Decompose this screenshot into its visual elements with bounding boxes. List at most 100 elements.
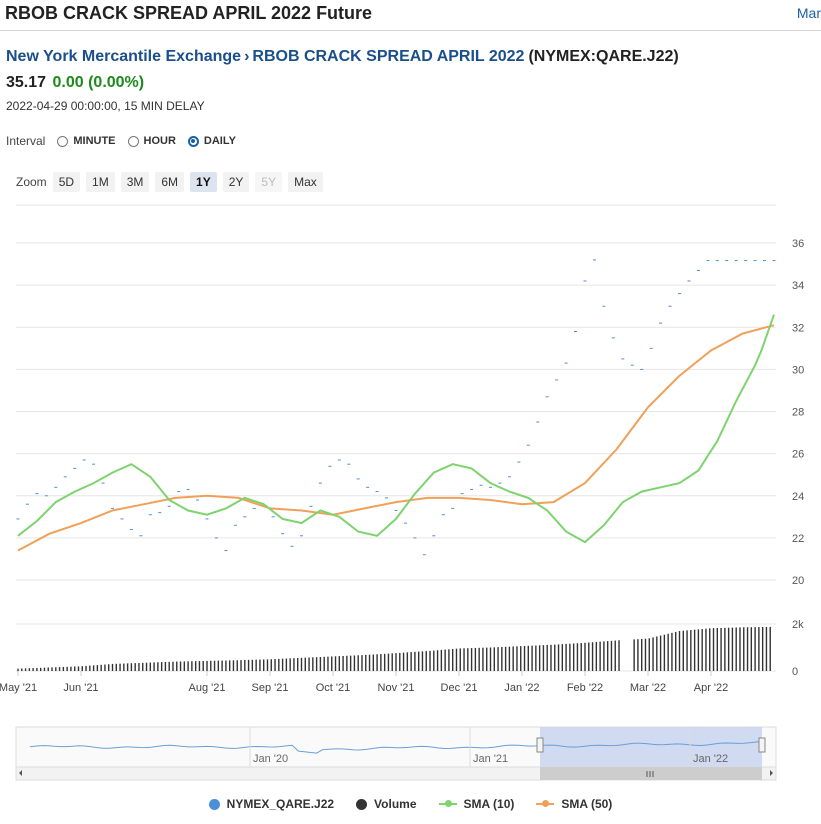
volume-bar [758,627,760,671]
volume-bar [361,655,363,671]
volume-bar [675,631,677,671]
volume-bar [765,626,768,671]
breadcrumb-instrument-link[interactable]: RBOB CRACK SPREAD APRIL 2022 [252,48,524,65]
volume-bar [538,645,541,671]
interval-daily-radio[interactable]: DAILY [187,135,236,147]
volume-bar [210,660,212,671]
legend-line-icon [438,800,457,807]
volume-bar [28,668,31,671]
x-tick-label: Sep '21 [252,682,289,694]
volume-bar [486,647,488,671]
breadcrumb-exchange-link[interactable]: New York Mercantile Exchange [6,48,241,65]
volume-bar [312,657,314,671]
navigator-tick-label: Jan '20 [253,753,288,765]
zoom-5d-button[interactable]: 5D [52,172,81,192]
header-right-link[interactable]: Mar [797,5,821,21]
legend-item-sma10[interactable]: SMA (10) [438,797,514,811]
volume-bar [89,665,91,671]
x-tick-label: Apr '22 [694,682,729,694]
volume-bar [421,651,424,671]
volume-bar [36,667,38,671]
zoom-5y-button: 5Y [255,172,283,192]
interval-minute-label: MINUTE [73,135,116,147]
zoom-max-button[interactable]: Max [288,172,323,192]
volume-bar [179,661,182,671]
x-tick-label: Oct '21 [316,682,351,694]
volume-bar [47,667,49,671]
navigator-right-handle[interactable] [758,737,766,753]
volume-bar [138,662,140,671]
volume-bar [641,638,643,671]
legend-item-sma50[interactable]: SMA (50) [536,797,612,811]
volume-bar [618,640,620,671]
legend-dot-icon [208,798,220,810]
volume-bar [516,646,518,671]
interval-hour-radio[interactable]: HOUR [127,135,176,147]
volume-bar [387,653,390,671]
volume-bar [542,645,545,671]
volume-bar [686,630,688,671]
volume-bar [482,647,484,671]
interval-minute-radio[interactable]: MINUTE [57,135,116,147]
x-tick-label: Jan '22 [504,682,539,694]
volume-bar [569,643,571,671]
volume-bar [157,662,159,671]
volume-bar [769,626,771,671]
x-axis-ticks: May '21 Jun '21 Aug '21 Sep '21 Oct '21 Nov '… [0,671,728,694]
volume-bar [739,627,741,671]
volume-bar [561,644,564,671]
volume-bar [527,645,529,671]
volume-bar [512,646,514,671]
interval-hour-label: HOUR [143,135,176,147]
volume-bar [74,666,76,671]
volume-bar [319,656,322,671]
volume-bar [440,649,443,671]
zoom-3m-button[interactable]: 3M [120,172,150,192]
x-tick-label: Jun '21 [63,682,98,694]
volume-bar [550,644,552,671]
volume-bar [474,647,477,671]
volume-bar [308,657,310,671]
legend-item-price[interactable]: NYMEX_QARE.J22 [208,797,334,811]
volume-bar [62,666,65,671]
volume-bar [383,653,386,671]
volume-bar [436,650,439,671]
y-tick-label: 36 [792,238,804,250]
volume-bar [244,660,246,671]
volume-bar [671,632,673,671]
volume-bar [194,661,197,671]
volume-bar [497,647,499,671]
volume-bar [554,644,556,671]
volume-axis-ticks: 0 2k [792,619,804,678]
volume-bar [104,664,106,671]
volume-bar [399,652,401,671]
volume-bar [746,627,749,671]
zoom-1m-button[interactable]: 1M [86,172,115,192]
navigator-scrollbar-thumb[interactable] [540,767,762,780]
volume-bar [92,665,95,671]
volume-bar [682,630,684,671]
x-tick-label: Mar '22 [630,682,666,694]
y-tick-label: 34 [792,280,804,292]
volume-bar [111,663,114,671]
page-header: RBOB CRACK SPREAD APRIL 2022 Future Mar [0,0,821,31]
x-tick-label: Nov '21 [378,682,415,694]
volume-bar [633,639,635,671]
zoom-2y-button[interactable]: 2Y [222,172,250,192]
volume-bar [289,658,291,671]
volume-bar [743,627,745,671]
navigator[interactable]: Jan '20 Jan '21 Jan '22 [15,726,777,781]
page-title: RBOB CRACK SPREAD APRIL 2022 Future [5,3,373,23]
zoom-6m-button[interactable]: 6M [155,172,185,192]
zoom-1y-button[interactable]: 1Y [190,172,217,192]
y-tick-label: 30 [792,364,804,376]
navigator-left-handle[interactable] [536,737,544,753]
volume-bar [55,667,57,671]
price-chart[interactable]: 20 22 24 26 28 30 32 34 36 0 2k May '21 Jun '21 Aug… [0,190,821,790]
breadcrumb: New York Mercantile Exchange › RBOB CRACK … [6,48,679,66]
volume-bar [153,662,155,671]
volume-bar [546,644,548,671]
legend-item-volume[interactable]: Volume [356,797,417,811]
volume-bar [247,659,250,671]
volume-bar [731,627,734,671]
